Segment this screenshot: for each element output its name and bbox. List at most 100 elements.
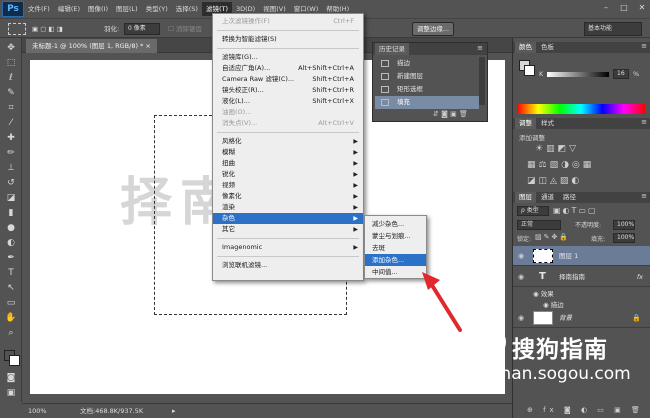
history-row[interactable]: 填充 bbox=[375, 96, 479, 109]
minimize-button[interactable]: – bbox=[596, 0, 616, 16]
history-row[interactable]: 新建图层 bbox=[375, 70, 479, 83]
filter-menu-item[interactable]: 浏览联机滤镜... bbox=[213, 260, 363, 271]
adjustment-icons-row-1[interactable]: ☀▥◩▽ bbox=[535, 144, 579, 154]
layer-row[interactable]: ◉ 背景 🔒 bbox=[513, 308, 650, 328]
feather-input[interactable]: 0 像素 bbox=[124, 23, 160, 35]
layer-filter-icons[interactable]: ▣◐T▭▢ bbox=[553, 206, 598, 215]
marquee-tool-preset-icon[interactable] bbox=[8, 23, 26, 35]
zoom-level[interactable]: 100% bbox=[28, 404, 47, 418]
filter-menu-item[interactable]: 视频 ▶ bbox=[213, 180, 363, 191]
marquee-tool-icon[interactable]: ⬚ bbox=[4, 57, 18, 70]
background-color-swatch[interactable] bbox=[9, 355, 20, 366]
lock-icons[interactable]: ▨✎✥🔒 bbox=[535, 233, 570, 241]
history-row[interactable]: 描边 bbox=[375, 57, 479, 70]
tab-color[interactable]: 颜色 bbox=[515, 42, 536, 53]
quick-mask-icon[interactable]: ◙ bbox=[4, 372, 18, 385]
visibility-eye-icon[interactable]: ◉ bbox=[518, 308, 524, 328]
visibility-eye-icon[interactable]: ◉ bbox=[518, 246, 524, 266]
filter-menu-item[interactable]: 液化(L)... Shift+Ctrl+X bbox=[213, 96, 363, 107]
panel-menu-icon[interactable]: ≡ bbox=[641, 192, 647, 200]
menu-3[interactable]: 图层(L) bbox=[112, 2, 142, 16]
hand-tool-icon[interactable]: ✋ bbox=[4, 312, 18, 325]
layer-bottom-icons[interactable]: ⊕ fx ◙ ◐ ▭ ▣ 🗑 bbox=[527, 406, 644, 414]
filter-menu-item[interactable]: 镜头校正(R)... Shift+Ctrl+R bbox=[213, 85, 363, 96]
tab-layers[interactable]: 图层 bbox=[515, 192, 536, 203]
filter-menu-item[interactable]: Camera Raw 滤镜(C)... Shift+Ctrl+A bbox=[213, 74, 363, 85]
filter-menu-item[interactable]: 扭曲 ▶ bbox=[213, 158, 363, 169]
filter-menu-item[interactable]: 转换为智能滤镜(S) bbox=[213, 34, 363, 45]
filter-menu-item[interactable]: 自适应广角(A)... Alt+Shift+Ctrl+A bbox=[213, 63, 363, 74]
noise-submenu-item[interactable]: 减少杂色... bbox=[365, 218, 426, 230]
history-row[interactable]: 矩形选框 bbox=[375, 83, 479, 96]
history-brush-tool-icon[interactable]: ↺ bbox=[4, 177, 18, 190]
tab-channels[interactable]: 通道 bbox=[537, 192, 558, 203]
tab-paths[interactable]: 路径 bbox=[559, 192, 580, 203]
layer-row[interactable]: ◉ T 择南指南 fx bbox=[513, 267, 650, 287]
layer-row[interactable]: ◉ 图层 1 bbox=[513, 246, 650, 266]
crop-tool-icon[interactable]: ⌗ bbox=[4, 102, 18, 115]
document-tab-close[interactable]: × bbox=[145, 42, 150, 50]
healing-brush-tool-icon[interactable]: ✚ bbox=[4, 132, 18, 145]
workspace-select[interactable]: 基本功能 bbox=[584, 22, 642, 36]
filter-menu-item[interactable]: 像素化 ▶ bbox=[213, 191, 363, 202]
tab-swatches[interactable]: 色板 bbox=[537, 42, 558, 53]
close-button[interactable]: ✕ bbox=[632, 0, 650, 16]
visibility-eye-icon[interactable]: ◉ bbox=[518, 267, 524, 287]
panel-menu-icon[interactable]: ≡ bbox=[641, 42, 647, 50]
menu-5[interactable]: 选择(S) bbox=[172, 2, 202, 16]
brush-tool-icon[interactable]: ✏ bbox=[4, 147, 18, 160]
menu-1[interactable]: 编辑(E) bbox=[54, 2, 84, 16]
k-slider[interactable] bbox=[547, 72, 609, 77]
path-select-tool-icon[interactable]: ↖ bbox=[4, 282, 18, 295]
rectangle-tool-icon[interactable]: ▭ bbox=[4, 297, 18, 310]
filter-menu-item[interactable]: 杂色 ▶ bbox=[213, 213, 363, 224]
quick-select-tool-icon[interactable]: ✎ bbox=[4, 87, 18, 100]
fill-input[interactable]: 100% bbox=[613, 233, 635, 243]
history-snapshot-icons[interactable]: ⇵ ◙ ▣ 🗑 bbox=[433, 110, 468, 118]
tab-styles[interactable]: 样式 bbox=[537, 118, 558, 129]
opacity-input[interactable]: 100% bbox=[613, 220, 635, 230]
filter-menu-item[interactable]: 滤镜库(G)... bbox=[213, 52, 363, 63]
panel-menu-icon[interactable]: ≡ bbox=[477, 44, 483, 52]
selection-mode-icons[interactable]: ▣ ▢ ◧ ◨ bbox=[32, 23, 72, 35]
layer-filter-kind[interactable]: ρ 类型 bbox=[517, 206, 549, 216]
blend-mode-select[interactable]: 正常 bbox=[517, 220, 561, 230]
tab-adjustments[interactable]: 调整 bbox=[515, 118, 536, 129]
menu-4[interactable]: 类型(Y) bbox=[142, 2, 172, 16]
filter-menu-item[interactable]: 风格化 ▶ bbox=[213, 136, 363, 147]
type-tool-icon[interactable]: T bbox=[4, 267, 18, 280]
noise-submenu-item[interactable]: 添加杂色... bbox=[365, 254, 426, 266]
filter-menu-item[interactable]: Imagenomic ▶ bbox=[213, 242, 363, 253]
eraser-tool-icon[interactable]: ◪ bbox=[4, 192, 18, 205]
fx-badge[interactable]: fx bbox=[637, 267, 643, 287]
k-value-input[interactable]: 16 bbox=[613, 69, 629, 79]
noise-submenu-item[interactable]: 中间值... bbox=[365, 266, 426, 278]
panel-menu-icon[interactable]: ≡ bbox=[641, 118, 647, 126]
adjustment-icons-row-3[interactable]: ◪◫◬▨◐ bbox=[527, 176, 582, 186]
menu-2[interactable]: 图像(I) bbox=[84, 2, 112, 16]
adjustment-icons-row-2[interactable]: ▦⚖▧◑◎▦ bbox=[527, 160, 594, 170]
history-scrollbar[interactable] bbox=[479, 57, 485, 105]
color-spectrum-bar[interactable] bbox=[517, 104, 645, 114]
menu-0[interactable]: 文件(F) bbox=[24, 2, 54, 16]
status-arrow-icon[interactable]: ▸ bbox=[172, 404, 176, 418]
maximize-button[interactable]: □ bbox=[614, 0, 634, 16]
pen-tool-icon[interactable]: ✒ bbox=[4, 252, 18, 265]
document-tab[interactable]: 未标题-1 @ 100% (图层 1, RGB/8) * × bbox=[26, 39, 157, 53]
eyedropper-tool-icon[interactable]: ⁄ bbox=[4, 117, 18, 130]
filter-menu-item[interactable]: 模糊 ▶ bbox=[213, 147, 363, 158]
lasso-tool-icon[interactable]: ℓ bbox=[4, 72, 18, 85]
noise-submenu-item[interactable]: 去斑 bbox=[365, 242, 426, 254]
refine-edge-button[interactable]: 调整边缘... bbox=[412, 22, 454, 36]
gradient-tool-icon[interactable]: ▮ bbox=[4, 207, 18, 220]
filter-menu-item[interactable]: 锐化 ▶ bbox=[213, 169, 363, 180]
filter-menu-item[interactable]: 渲染 ▶ bbox=[213, 202, 363, 213]
screen-mode-icon[interactable]: ▣ bbox=[4, 387, 18, 400]
antialias-checkbox[interactable]: ☐ 消除锯齿 bbox=[168, 23, 202, 35]
filter-menu-item[interactable]: 其它 ▶ bbox=[213, 224, 363, 235]
blur-tool-icon[interactable]: ● bbox=[4, 222, 18, 235]
dodge-tool-icon[interactable]: ◐ bbox=[4, 237, 18, 250]
noise-submenu-item[interactable]: 蒙尘与划痕... bbox=[365, 230, 426, 242]
bg-color-chip[interactable] bbox=[524, 65, 535, 76]
zoom-tool-icon[interactable]: ⌕ bbox=[4, 327, 18, 340]
